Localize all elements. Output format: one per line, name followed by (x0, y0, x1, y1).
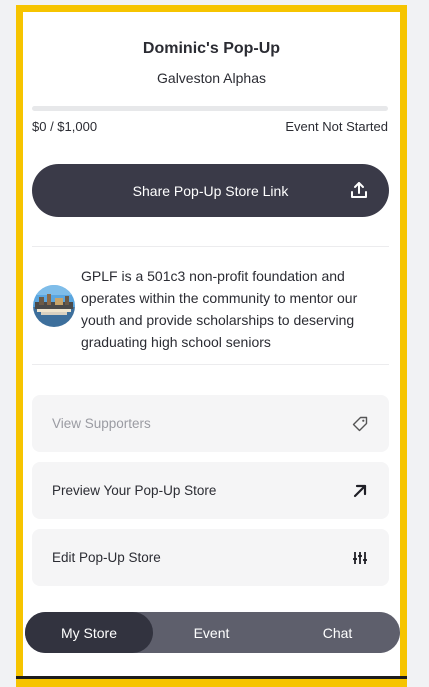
share-upload-icon (351, 182, 367, 198)
preview-store-label: Preview Your Pop-Up Store (52, 483, 217, 498)
view-supporters-label: View Supporters (52, 416, 151, 431)
app-frame: Dominic's Pop-Up Galveston Alphas $0 / $… (16, 5, 407, 676)
amount-raised: $0 / $1,000 (32, 119, 98, 134)
tab-event[interactable]: Event (149, 612, 274, 653)
arrow-up-right-icon (351, 482, 369, 500)
preview-store-row[interactable]: Preview Your Pop-Up Store (32, 462, 389, 519)
share-button-label: Share Pop-Up Store Link (132, 182, 289, 199)
store-content: Dominic's Pop-Up Galveston Alphas $0 / $… (23, 12, 400, 676)
tab-chat[interactable]: Chat (275, 612, 400, 653)
tab-my-store[interactable]: My Store (25, 612, 153, 653)
team-name: Galveston Alphas (157, 70, 266, 86)
organization-avatar (33, 285, 75, 327)
store-title: Dominic's Pop-Up (142, 40, 281, 57)
edit-store-label: Edit Pop-Up Store (52, 550, 161, 565)
frame-bottom-edge (16, 679, 407, 687)
organization-description: GPLF is a 501c3 non-profit foundation an… (81, 268, 358, 350)
fundraising-progress-bar (32, 106, 388, 111)
view-supporters-row[interactable]: View Supporters (32, 395, 389, 452)
bottom-tab-bar: My Store Event Chat (25, 612, 400, 653)
event-status: Event Not Started (285, 119, 388, 134)
divider-bottom (32, 364, 389, 365)
edit-store-row[interactable]: Edit Pop-Up Store (32, 529, 389, 586)
divider-top (32, 246, 389, 247)
sliders-icon (351, 549, 369, 567)
tag-icon (351, 415, 369, 433)
share-store-link-button[interactable]: Share Pop-Up Store Link (32, 164, 389, 217)
